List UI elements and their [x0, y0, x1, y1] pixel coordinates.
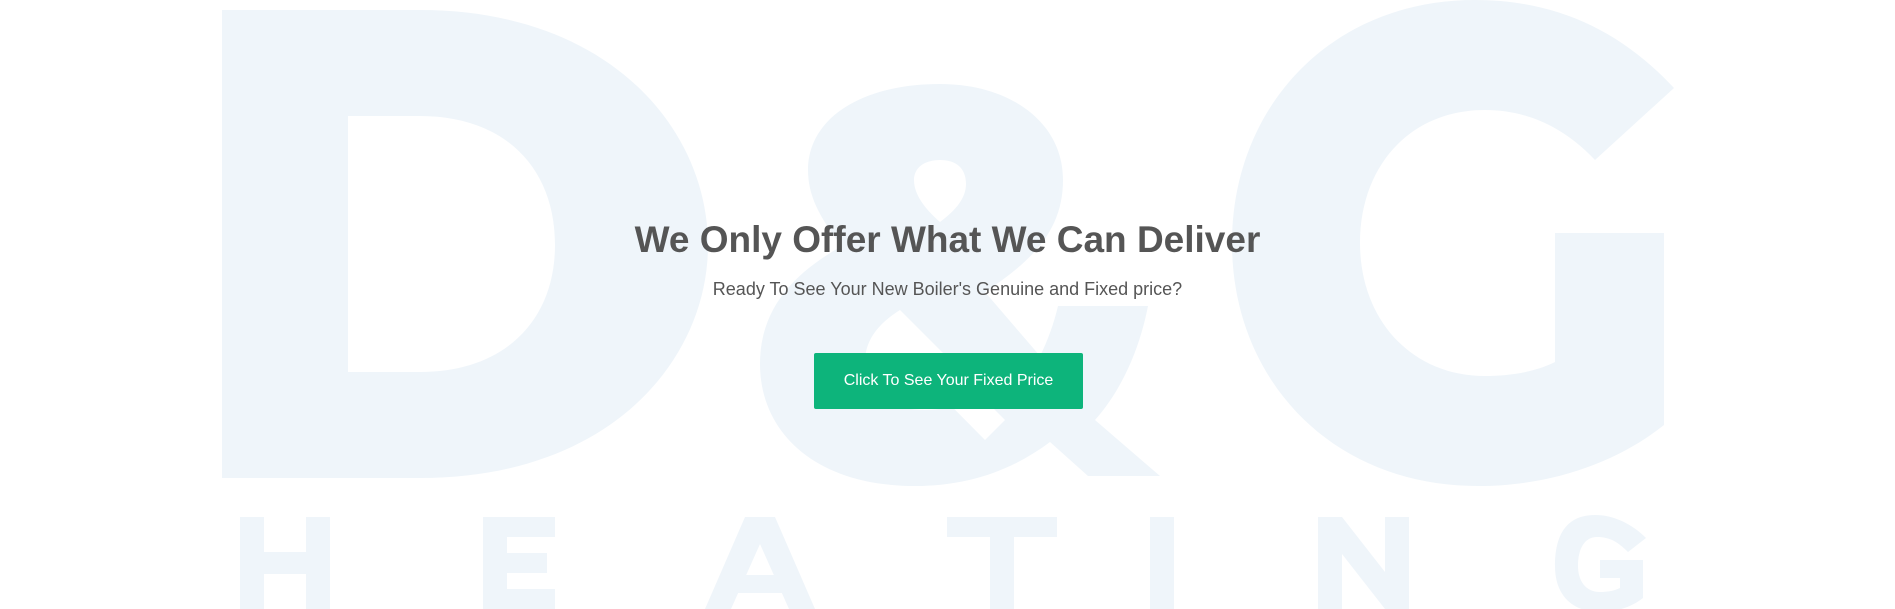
hero-section: We Only Offer What We Can Deliver Ready … [0, 0, 1895, 609]
see-fixed-price-button[interactable]: Click To See Your Fixed Price [814, 353, 1083, 409]
hero-subtitle: Ready To See Your New Boiler's Genuine a… [712, 279, 1183, 299]
hero-title: We Only Offer What We Can Deliver [634, 219, 1261, 260]
